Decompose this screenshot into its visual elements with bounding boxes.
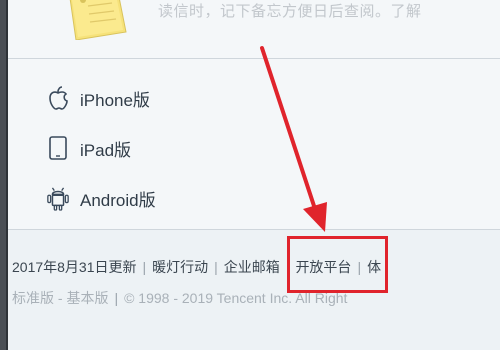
annotation-highlight-box <box>287 236 388 293</box>
footer-dash: - <box>54 290 67 306</box>
window-frame-edge <box>0 0 8 350</box>
footer-link-enterprise-mail[interactable]: 企业邮箱 <box>224 257 280 277</box>
app-link-ipad[interactable]: iPad版 <box>46 133 131 163</box>
footer-link-basic[interactable]: 基本版 <box>66 288 108 308</box>
memo-description: 读信时，记下备忘方便日后查阅。了解 <box>158 3 422 20</box>
android-icon <box>46 184 70 212</box>
apple-icon <box>46 84 70 112</box>
app-link-iphone[interactable]: iPhone版 <box>46 83 150 113</box>
footer-separator: | <box>114 290 119 306</box>
footer-separator: | <box>142 259 147 275</box>
app-label-iphone: iPhone版 <box>80 90 150 110</box>
app-label-android: Android版 <box>80 190 156 210</box>
app-label-ipad: iPad版 <box>80 140 132 160</box>
sticky-note-icon <box>69 0 127 40</box>
app-link-android[interactable]: Android版 <box>46 183 156 213</box>
footer-separator: | <box>214 259 218 275</box>
tablet-icon <box>46 134 70 162</box>
footer-link-standard[interactable]: 标准版 <box>12 288 54 308</box>
memo-promo: 读信时，记下备忘方便日后查阅。了解 <box>8 0 500 58</box>
footer-update-date: 2017年8月31日更新 <box>12 259 137 275</box>
footer-link-nuandeng[interactable]: 暖灯行动 <box>152 257 208 277</box>
